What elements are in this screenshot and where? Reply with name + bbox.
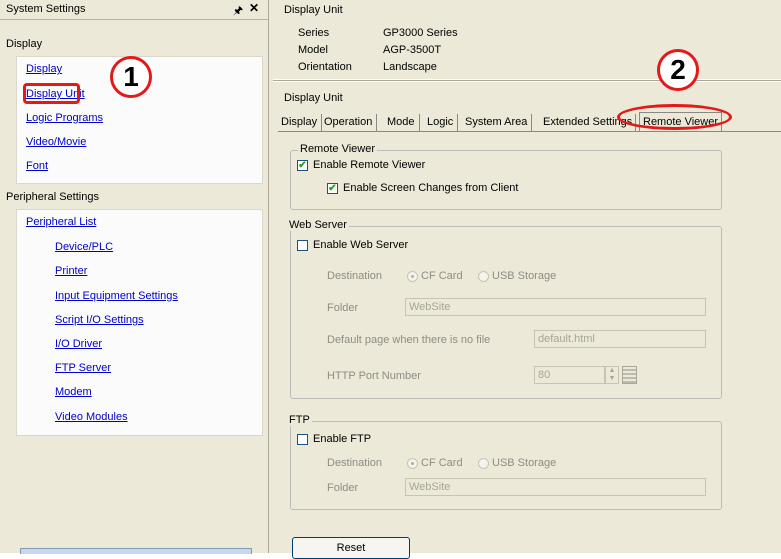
remote-viewer-group-title: Remote Viewer (298, 143, 377, 155)
tab-logic[interactable]: Logic (423, 114, 459, 131)
series-label: Series (298, 27, 330, 39)
peripheral-section-header: Peripheral Settings (6, 191, 99, 203)
web-dest-cf-label: CF Card (421, 270, 463, 282)
nav-device-plc[interactable]: Device/PLC (55, 241, 113, 253)
nav-video-movie[interactable]: Video/Movie (26, 136, 86, 148)
nav-printer[interactable]: Printer (55, 265, 87, 277)
model-label: Model (298, 44, 328, 56)
divider (273, 80, 781, 81)
nav-logic-programs[interactable]: Logic Programs (26, 112, 103, 124)
enable-remote-viewer-checkbox[interactable]: ✔ (297, 160, 308, 171)
web-folder-label: Folder (327, 302, 359, 314)
nav-io-driver[interactable]: I/O Driver (55, 338, 102, 350)
default-page-label: Default page when there is no file (327, 334, 491, 346)
enable-web-server-label: Enable Web Server (313, 239, 409, 251)
ftp-group-title: FTP (287, 414, 312, 426)
series-value: GP3000 Series (383, 27, 458, 39)
default-page-input[interactable]: default.html (534, 330, 706, 348)
tab-operation[interactable]: Operation (320, 114, 378, 131)
pin-icon[interactable]: 🖈 (233, 2, 243, 21)
horizontal-scrollbar[interactable] (20, 548, 252, 554)
reset-button[interactable]: Reset (292, 537, 410, 559)
model-value: AGP-3500T (383, 44, 442, 56)
tab-mode[interactable]: Mode (383, 114, 420, 131)
nav-script-io[interactable]: Script I/O Settings (55, 314, 144, 326)
spin-down-icon[interactable]: ▼ (606, 375, 618, 383)
props-title: Display Unit (284, 92, 343, 104)
tab-system-area[interactable]: System Area (461, 114, 533, 131)
ftp-dest-cf-label: CF Card (421, 457, 463, 469)
panel-title-bar: System Settings 🖈 ✕ (0, 0, 268, 20)
ftp-folder-input[interactable]: WebSite (405, 478, 706, 496)
ftp-destination-label: Destination (327, 457, 383, 469)
ftp-dest-usb-radio[interactable] (478, 458, 489, 469)
nav-display[interactable]: Display (26, 63, 62, 75)
enable-web-server-checkbox[interactable]: ✔ (297, 240, 308, 251)
enable-screen-changes-checkbox[interactable]: ✔ (327, 183, 338, 194)
spin-up-icon[interactable]: ▲ (606, 367, 618, 375)
enable-screen-changes-label: Enable Screen Changes from Client (343, 182, 519, 194)
http-port-input[interactable]: 80 (534, 366, 605, 384)
web-destination-label: Destination (327, 270, 383, 282)
port-spinner[interactable]: ▲ ▼ (605, 366, 619, 384)
web-dest-usb-radio[interactable] (478, 271, 489, 282)
enable-ftp-label: Enable FTP (313, 433, 372, 445)
highlight-display-unit (23, 83, 80, 104)
step-2-marker: 2 (657, 49, 699, 91)
enable-ftp-checkbox[interactable]: ✔ (297, 434, 308, 445)
nav-video-modules[interactable]: Video Modules (55, 411, 128, 423)
ftp-folder-label: Folder (327, 482, 359, 494)
ftp-dest-usb-label: USB Storage (492, 457, 557, 469)
http-port-label: HTTP Port Number (327, 370, 421, 382)
highlight-remote-viewer-tab (617, 104, 732, 130)
web-folder-input[interactable]: WebSite (405, 298, 706, 316)
orientation-label: Orientation (298, 61, 352, 73)
web-dest-cf-radio[interactable] (407, 271, 418, 282)
nav-modem[interactable]: Modem (55, 386, 92, 398)
ftp-dest-cf-radio[interactable] (407, 458, 418, 469)
info-title: Display Unit (284, 4, 343, 16)
nav-font[interactable]: Font (26, 160, 48, 172)
web-server-group-title: Web Server (287, 219, 349, 231)
nav-ftp-server[interactable]: FTP Server (55, 362, 111, 374)
display-section-header: Display (6, 38, 43, 50)
keypad-icon[interactable] (622, 366, 637, 384)
close-icon[interactable]: ✕ (249, 1, 259, 15)
orientation-value: Landscape (383, 61, 437, 73)
nav-peripheral-list[interactable]: Peripheral List (26, 216, 96, 228)
tab-display[interactable]: Display (277, 114, 323, 131)
web-dest-usb-label: USB Storage (492, 270, 557, 282)
panel-title: System Settings (6, 3, 86, 15)
enable-remote-viewer-label: Enable Remote Viewer (313, 159, 426, 171)
step-1-marker: 1 (110, 56, 152, 98)
nav-input-equipment[interactable]: Input Equipment Settings (55, 290, 178, 302)
